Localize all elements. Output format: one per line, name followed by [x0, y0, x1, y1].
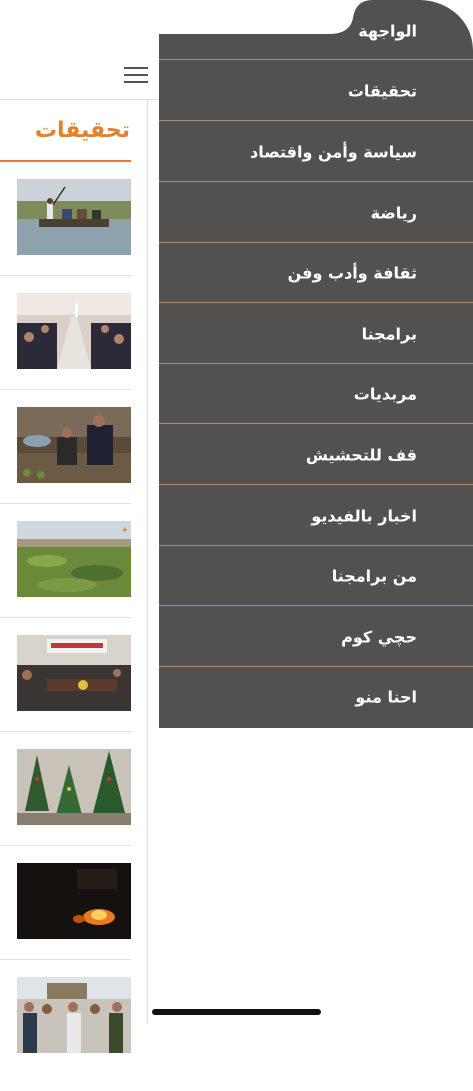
- list-item[interactable]: [0, 863, 146, 977]
- menu-item-politics[interactable]: سياسة وأمن واقتصاد: [159, 122, 473, 182]
- menu-divider: [159, 59, 473, 60]
- list-item[interactable]: ✦: [0, 521, 146, 635]
- menu-item-hachi-kom[interactable]: حچي كوم: [159, 607, 473, 667]
- articles-panel: تحقيقات ✦: [0, 100, 146, 1053]
- menu-item-label: حچي كوم: [341, 627, 417, 647]
- menu-item-label: برامجنا: [361, 324, 417, 344]
- menu-item-culture[interactable]: ثقافة وأدب وفن: [159, 243, 473, 303]
- menu-item-label: اخبار بالفيديو: [311, 506, 417, 526]
- articles-list[interactable]: تحقيقات ✦: [0, 100, 148, 1053]
- menu-divider: [159, 181, 473, 182]
- list-divider: [0, 617, 131, 618]
- menu-item-label: احنا منو: [355, 687, 417, 707]
- menu-divider: [159, 423, 473, 424]
- list-divider: [0, 959, 131, 960]
- article-thumbnail[interactable]: [17, 863, 131, 939]
- list-item[interactable]: [0, 407, 146, 521]
- menu-item-label: الواجهة: [358, 21, 417, 41]
- article-thumbnail[interactable]: [17, 407, 131, 483]
- menu-item-sports[interactable]: رياضة: [159, 183, 473, 243]
- article-thumbnail[interactable]: [17, 635, 131, 711]
- section-title-underline: [0, 160, 131, 162]
- menu-item-programs[interactable]: برامجنا: [159, 304, 473, 364]
- list-divider: [0, 731, 131, 732]
- menu-item-from-our-programs[interactable]: من برامجنا: [159, 546, 473, 606]
- list-item[interactable]: [0, 635, 146, 749]
- section-title: تحقيقات: [34, 118, 130, 143]
- menu-item-label: قف للتحشيش: [305, 445, 417, 465]
- list-item[interactable]: [0, 179, 146, 293]
- home-indicator[interactable]: [152, 1009, 321, 1015]
- article-thumbnail[interactable]: [17, 293, 131, 369]
- list-divider: [0, 503, 131, 504]
- menu-divider: [159, 120, 473, 121]
- menu-item-video-news[interactable]: اخبار بالفيديو: [159, 486, 473, 546]
- svg-text:✦: ✦: [121, 526, 129, 536]
- menu-divider: [159, 605, 473, 606]
- article-thumbnail[interactable]: ✦: [17, 521, 131, 597]
- list-item[interactable]: [0, 293, 146, 407]
- article-thumbnail[interactable]: [17, 179, 131, 255]
- menu-item-label: ثقافة وأدب وفن: [287, 263, 417, 283]
- menu-item-label: تحقيقات: [347, 81, 417, 101]
- list-divider: [0, 389, 131, 390]
- menu-item-label: سياسة وأمن واقتصاد: [249, 142, 417, 162]
- menu-icon[interactable]: [124, 67, 148, 85]
- menu-item-home[interactable]: الواجهة: [159, 0, 473, 60]
- menu-item-investigations[interactable]: تحقيقات: [159, 61, 473, 121]
- menu-item-label: من برامجنا: [331, 566, 417, 586]
- menu-item-marbadiyat[interactable]: مربديات: [159, 364, 473, 424]
- list-item[interactable]: [0, 749, 146, 863]
- menu-item-label: مربديات: [353, 384, 417, 404]
- list-divider: [0, 845, 131, 846]
- list-divider: [0, 275, 131, 276]
- menu-divider: [159, 484, 473, 485]
- menu-item-stop-tahshish[interactable]: قف للتحشيش: [159, 425, 473, 485]
- article-thumbnail[interactable]: [17, 749, 131, 825]
- menu-item-about-us[interactable]: احنا منو: [159, 667, 473, 727]
- menu-item-label: رياضة: [370, 203, 417, 223]
- article-thumbnail[interactable]: [17, 977, 131, 1053]
- menu-divider: [159, 302, 473, 303]
- navigation-drawer[interactable]: الواجهة تحقيقات سياسة وأمن واقتصاد رياضة…: [159, 0, 473, 728]
- list-item[interactable]: [0, 977, 146, 1091]
